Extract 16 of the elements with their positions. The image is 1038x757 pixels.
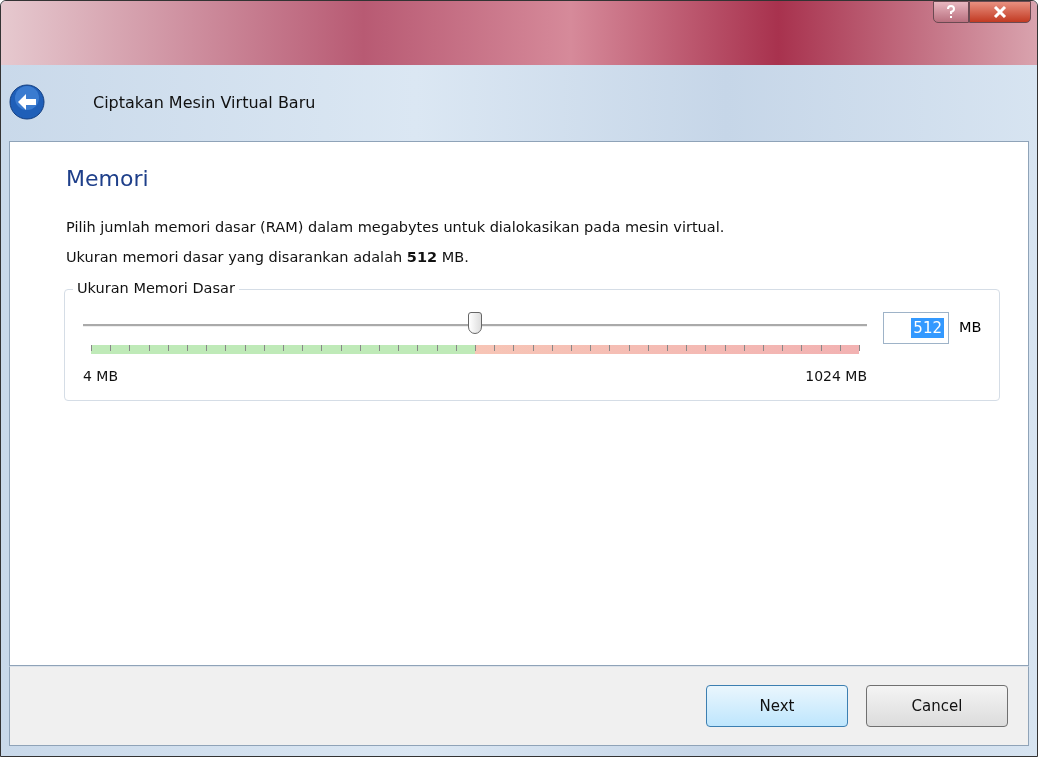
close-icon: [993, 6, 1007, 18]
slider-thumb[interactable]: [468, 312, 482, 334]
back-button[interactable]: [9, 84, 45, 120]
window-title: Ciptakan Mesin Virtual Baru: [93, 92, 316, 112]
close-button[interactable]: [969, 1, 1031, 23]
description-text: Ukuran memori dasar yang disarankan adalah 512 MB.: [66, 249, 470, 265]
min-label: 4 MB: [83, 368, 119, 384]
help-icon: [946, 5, 956, 19]
next-button[interactable]: Next: [706, 685, 848, 727]
page-heading: Memori: [66, 166, 150, 191]
cancel-button[interactable]: Cancel: [866, 685, 1008, 727]
unit-label: MB: [959, 319, 982, 335]
help-button[interactable]: [933, 1, 969, 23]
max-label: 1024 MB: [805, 368, 867, 384]
description-text: Pilih jumlah memori dasar (RAM) dalam megabytes untuk dialokasikan pada mesin virtual.: [66, 219, 726, 235]
group-label: Ukuran Memori Dasar: [73, 280, 239, 296]
